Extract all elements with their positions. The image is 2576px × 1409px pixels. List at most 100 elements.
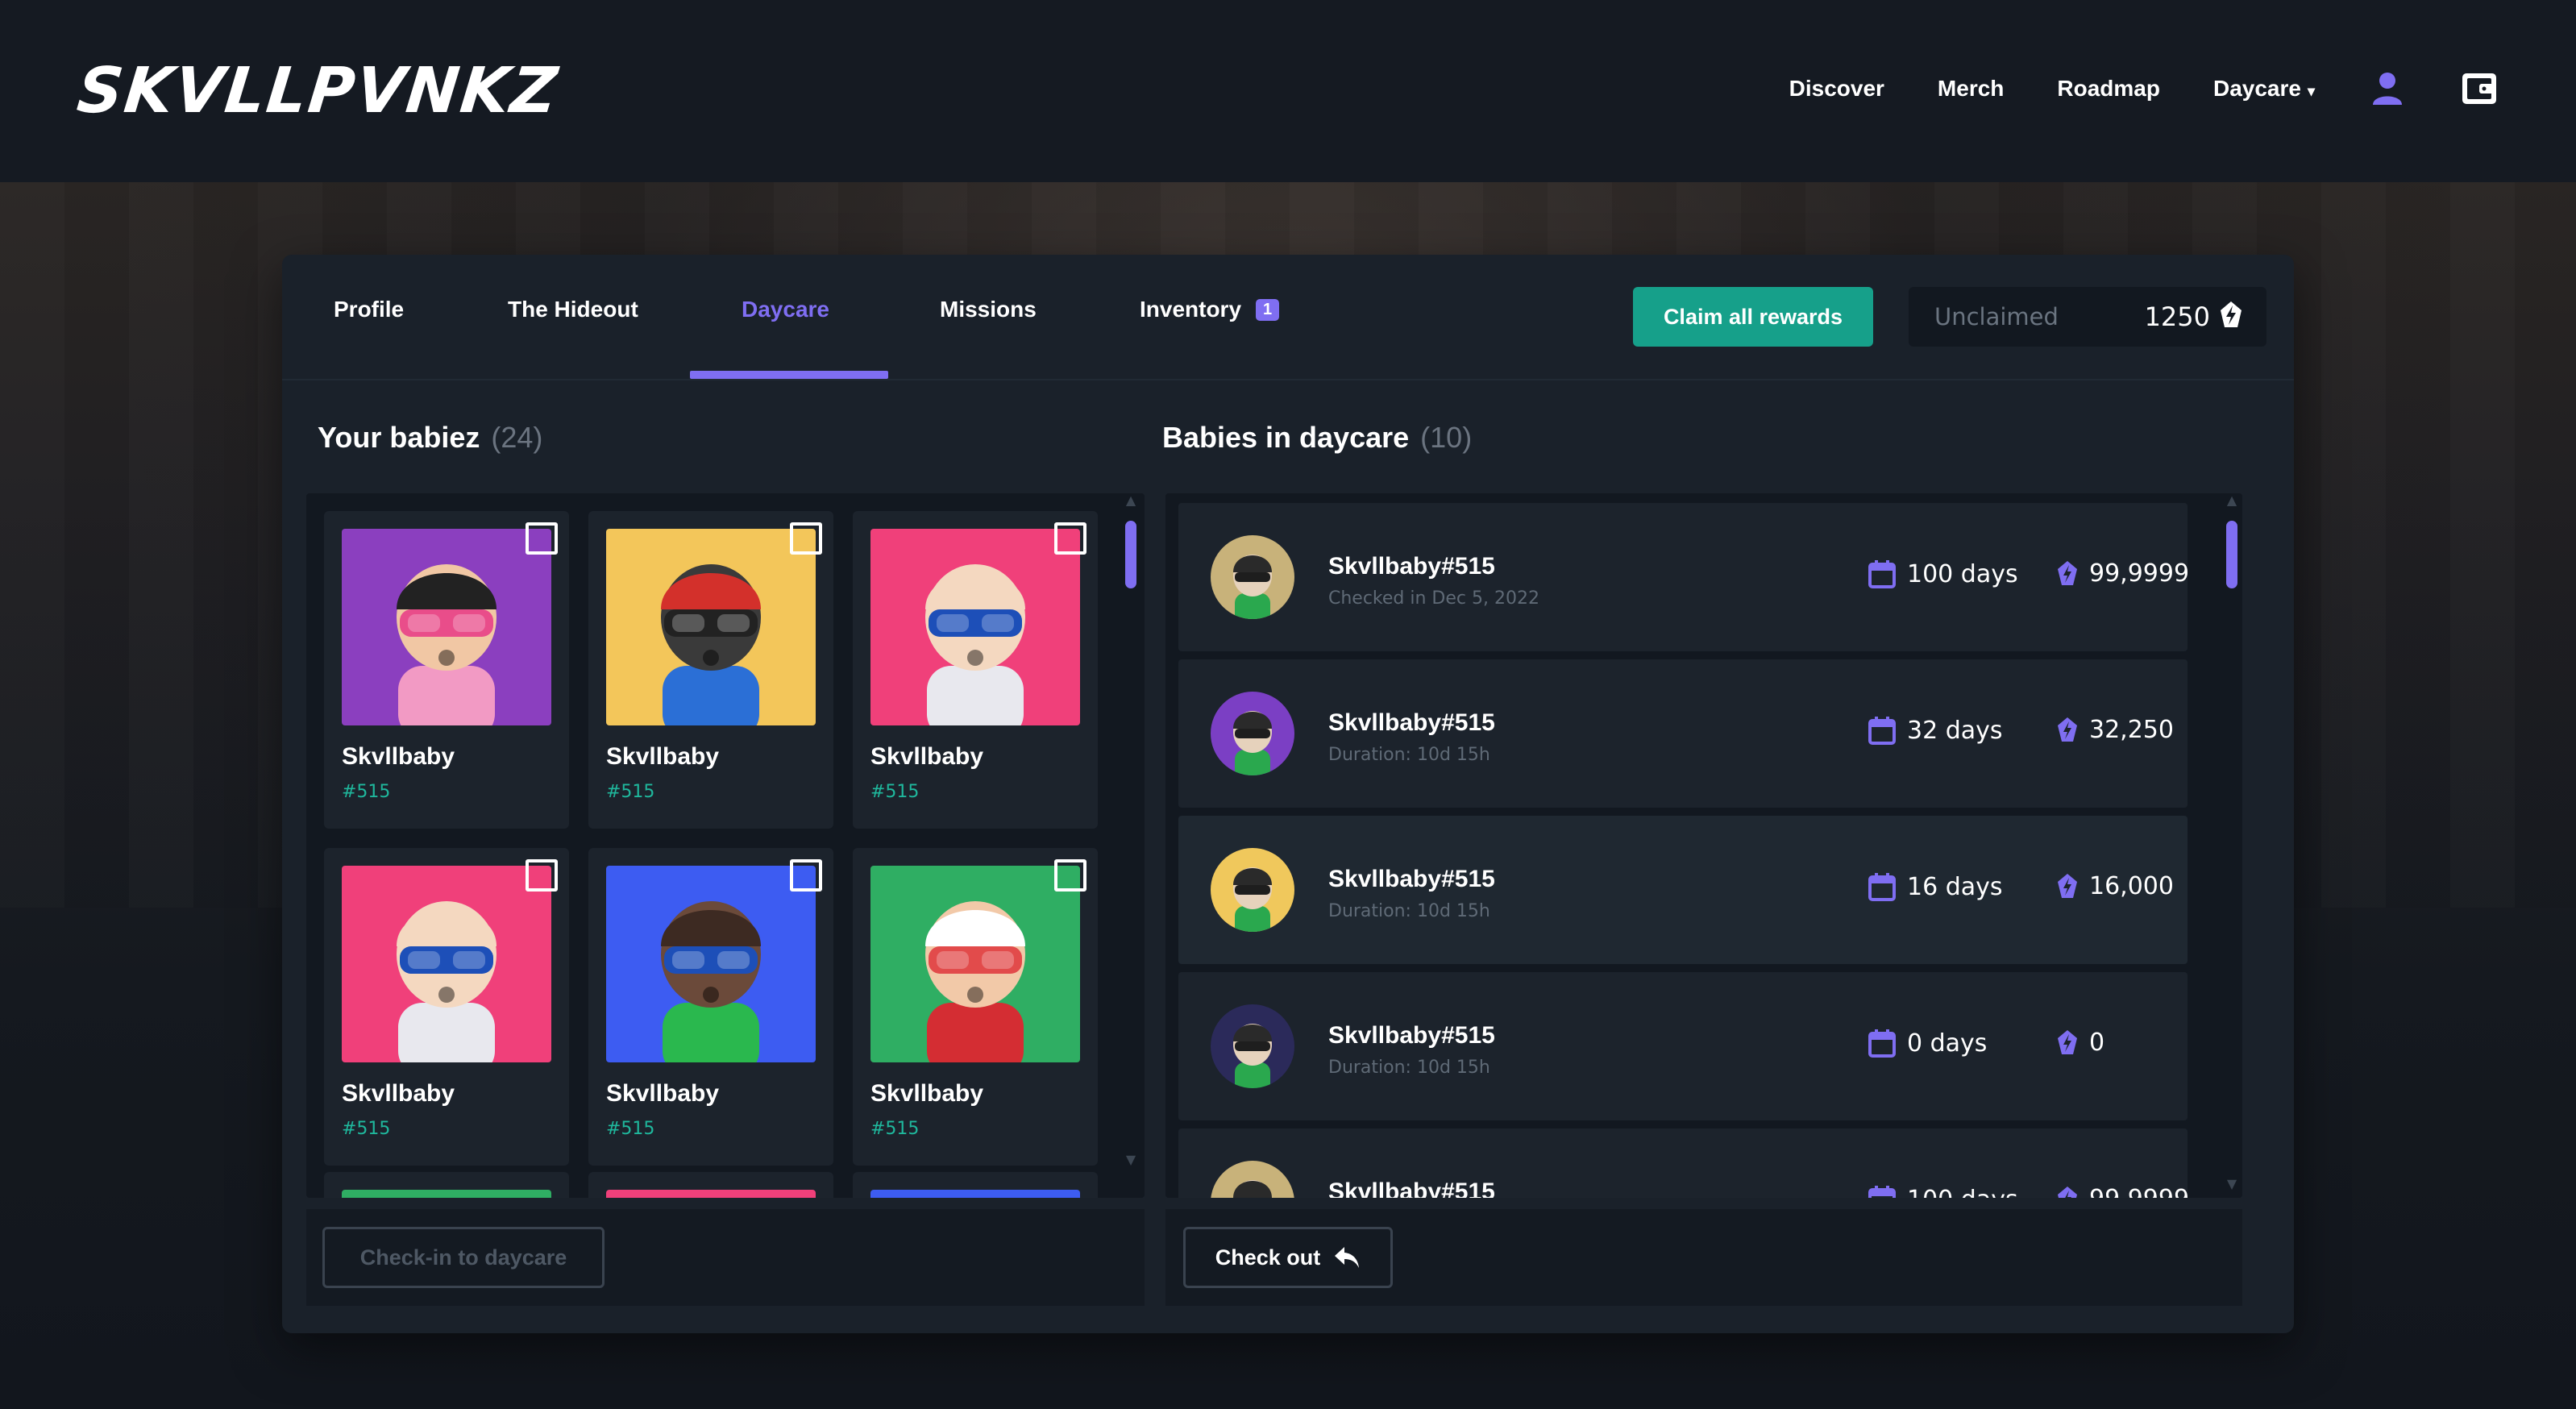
reply-arrow-icon xyxy=(1333,1245,1361,1270)
baby-card[interactable]: Skvllbaby #515 xyxy=(324,848,569,1166)
main-nav: Discover Merch Roadmap Daycare ▾ xyxy=(1736,63,2499,114)
daycare-row[interactable]: Skvllbaby#515 Duration: 10d 15h 0 days 0 xyxy=(1178,972,2188,1120)
token-icon xyxy=(2057,1029,2089,1057)
avatar xyxy=(1211,1004,1294,1088)
nav-roadmap[interactable]: Roadmap xyxy=(2057,76,2160,102)
daycare-row[interactable]: Skvllbaby#515 Duration: 10d 15h 16 days … xyxy=(1178,816,2188,964)
baby-card[interactable]: Skvllbaby #515 xyxy=(324,511,569,829)
daycare-count: (10) xyxy=(1420,421,1473,454)
avatar xyxy=(1211,692,1294,775)
baby-card-partial[interactable] xyxy=(853,1172,1098,1198)
your-babiez-count: (24) xyxy=(491,421,543,454)
top-navbar: SKVLLPVNKZ Discover Merch Roadmap Daycar… xyxy=(0,0,2576,182)
your-babiez-title: Your babiez xyxy=(318,421,480,454)
calendar-icon xyxy=(1868,716,1907,745)
baby-card[interactable]: Skvllbaby #515 xyxy=(588,511,833,829)
days-stat: 0 days xyxy=(1868,1029,1987,1058)
daycare-heading: Babies in daycare (10) xyxy=(1162,421,1472,455)
daycare-title: Babies in daycare xyxy=(1162,421,1410,454)
daycare-baby-duration: Duration: 10d 15h xyxy=(1328,901,1490,921)
baby-artwork xyxy=(870,866,1080,1062)
baby-artwork xyxy=(870,529,1080,725)
baby-name: Skvllbaby xyxy=(342,743,455,770)
daycare-row[interactable]: Skvllbaby#515 Duration: 10d 15h 32 days … xyxy=(1178,659,2188,808)
days-value: 100 days xyxy=(1907,559,2018,588)
nav-daycare-label: Daycare xyxy=(2212,76,2301,101)
daycare-baby-name: Skvllbaby#515 xyxy=(1328,709,1495,736)
select-checkbox[interactable] xyxy=(1054,522,1086,555)
nav-merch[interactable]: Merch xyxy=(1938,76,2004,102)
daycare-baby-duration: Checked in Dec 5, 2022 xyxy=(1328,588,1539,609)
calendar-icon xyxy=(1868,1185,1907,1198)
daycare-baby-duration: Duration: 10d 15h xyxy=(1328,1058,1490,1078)
avatar xyxy=(1211,1161,1294,1198)
check-in-daycare-button[interactable]: Check-in to daycare xyxy=(322,1227,605,1288)
baby-number: #515 xyxy=(606,782,655,802)
scroll-up-arrow[interactable]: ▲ xyxy=(2225,493,2239,508)
baby-artwork xyxy=(342,529,551,725)
nav-daycare-dropdown[interactable]: Daycare ▾ xyxy=(2213,76,2315,102)
days-value: 0 days xyxy=(1907,1029,1988,1058)
baby-number: #515 xyxy=(870,782,920,802)
scroll-down-arrow[interactable]: ▼ xyxy=(2225,1177,2239,1191)
baby-name: Skvllbaby xyxy=(870,1080,984,1107)
select-checkbox[interactable] xyxy=(526,522,558,555)
scroll-up-arrow[interactable]: ▲ xyxy=(1124,493,1138,508)
babiez-grid: Skvllbaby #515 Skvllbaby #515 Skvllbaby … xyxy=(306,493,1145,1198)
baby-name: Skvllbaby xyxy=(606,1080,720,1107)
select-checkbox[interactable] xyxy=(1054,859,1086,892)
baby-card-partial[interactable] xyxy=(324,1172,569,1198)
chevron-down-icon: ▾ xyxy=(2307,83,2315,99)
tab-profile[interactable]: Profile xyxy=(334,297,404,322)
calendar-icon xyxy=(1868,872,1907,901)
select-checkbox[interactable] xyxy=(790,859,822,892)
wallet-icon[interactable] xyxy=(2460,69,2499,108)
baby-card[interactable]: Skvllbaby #515 xyxy=(588,848,833,1166)
token-icon xyxy=(2057,717,2089,744)
baby-name: Skvllbaby xyxy=(606,743,720,770)
tab-the-hideout[interactable]: The Hideout xyxy=(508,297,638,322)
babiez-scrollbar-thumb[interactable] xyxy=(1125,521,1136,588)
token-icon xyxy=(2220,301,2242,333)
daycare-row[interactable]: Skvllbaby#515 Checked in Dec 5, 2022 100… xyxy=(1178,503,2189,651)
points-value: 16,000 xyxy=(2089,872,2174,900)
baby-card-partial[interactable] xyxy=(588,1172,833,1198)
tab-daycare[interactable]: Daycare xyxy=(742,297,829,322)
baby-card[interactable]: Skvllbaby #515 xyxy=(853,511,1098,829)
points-value: 32,250 xyxy=(2089,716,2174,744)
daycare-baby-name: Skvllbaby#515 xyxy=(1328,553,1495,580)
points-value: 0 xyxy=(2089,1029,2105,1057)
select-checkbox[interactable] xyxy=(526,859,558,892)
unclaimed-rewards-display: Unclaimed 1250 xyxy=(1909,287,2266,347)
user-icon[interactable] xyxy=(2368,69,2407,108)
check-out-button[interactable]: Check out xyxy=(1183,1227,1393,1288)
tab-missions[interactable]: Missions xyxy=(940,297,1037,322)
daycare-footer: Check out xyxy=(1165,1209,2242,1306)
active-tab-indicator xyxy=(690,371,888,379)
baby-artwork xyxy=(606,866,816,1062)
tab-inventory[interactable]: Inventory 1 xyxy=(1140,297,1280,322)
brand-logo[interactable]: SKVLLPVNKZ xyxy=(73,55,563,132)
scroll-down-arrow[interactable]: ▼ xyxy=(1124,1153,1138,1167)
points-stat: 99,9999 xyxy=(2057,559,2189,588)
babiez-footer: Check-in to daycare xyxy=(306,1209,1145,1306)
baby-card[interactable]: Skvllbaby #515 xyxy=(853,848,1098,1166)
select-checkbox[interactable] xyxy=(790,522,822,555)
points-stat: 32,250 xyxy=(2057,716,2174,744)
unclaimed-value: 1250 xyxy=(2144,301,2210,332)
daycare-row[interactable]: Skvllbaby#515 100 days 99,9999 xyxy=(1178,1128,2189,1198)
baby-name: Skvllbaby xyxy=(342,1080,455,1107)
avatar xyxy=(1211,848,1294,932)
avatar xyxy=(1211,535,1294,619)
daycare-baby-name: Skvllbaby#515 xyxy=(1328,1178,1495,1198)
days-stat: 100 days xyxy=(1868,1185,2018,1198)
days-stat: 32 days xyxy=(1868,716,2003,745)
days-value: 16 days xyxy=(1907,872,2003,901)
nav-discover[interactable]: Discover xyxy=(1789,76,1884,102)
days-value: 100 days xyxy=(1907,1186,2018,1199)
inventory-count-badge: 1 xyxy=(1256,299,1280,321)
tab-inventory-label: Inventory xyxy=(1140,297,1242,322)
daycare-scrollbar-thumb[interactable] xyxy=(2226,521,2237,588)
claim-all-rewards-button[interactable]: Claim all rewards xyxy=(1633,287,1873,347)
points-stat: 99,9999 xyxy=(2057,1185,2189,1198)
